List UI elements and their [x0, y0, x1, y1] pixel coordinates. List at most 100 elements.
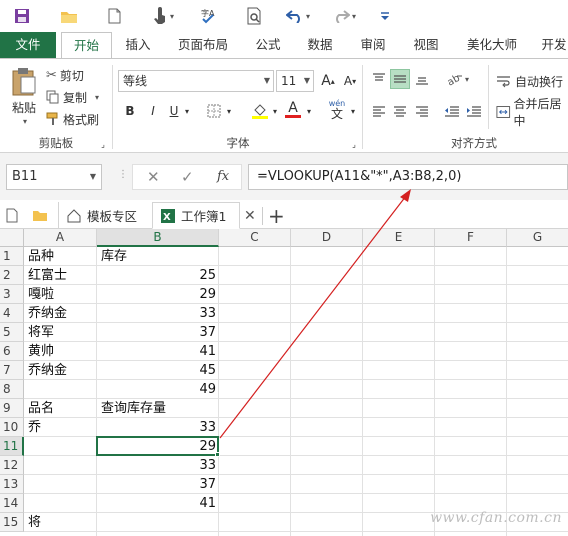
- row-header-3[interactable]: 3: [0, 285, 24, 304]
- cell-a3[interactable]: 嘎啦: [24, 285, 97, 304]
- cell-b10[interactable]: 33: [97, 418, 219, 437]
- tab-file[interactable]: 文件: [0, 32, 56, 58]
- customize-toolbar-icon[interactable]: [380, 6, 390, 26]
- cell-a7[interactable]: 乔纳金: [24, 361, 97, 380]
- open-folder-icon[interactable]: [60, 6, 78, 26]
- phonetic-dropdown[interactable]: ▾: [348, 101, 358, 121]
- underline-button[interactable]: U: [164, 101, 184, 121]
- column-header-a[interactable]: A: [24, 229, 97, 247]
- cell-b7[interactable]: 45: [97, 361, 219, 380]
- row-header-1[interactable]: 1: [0, 247, 24, 266]
- row-header-6[interactable]: 6: [0, 342, 24, 361]
- tab-beautify[interactable]: 美化大师: [454, 32, 530, 58]
- cell-b3[interactable]: 29: [97, 285, 219, 304]
- cell-a10[interactable]: 乔: [24, 418, 97, 437]
- cell-a15[interactable]: 将: [24, 513, 97, 532]
- phonetic-guide-button[interactable]: wén 文: [326, 97, 348, 123]
- align-bottom-button[interactable]: [412, 69, 432, 89]
- font-color-dropdown[interactable]: ▾: [304, 101, 314, 121]
- cell-a1[interactable]: 品种: [24, 247, 97, 266]
- cell-b12[interactable]: 33: [97, 456, 219, 475]
- row-header-9[interactable]: 9: [0, 399, 24, 418]
- redo-icon[interactable]: ▾: [332, 6, 356, 26]
- tab-page-layout[interactable]: 页面布局: [166, 32, 240, 58]
- cell-b1[interactable]: 库存: [97, 247, 219, 266]
- clipboard-launcher-icon[interactable]: ⌟: [98, 139, 108, 149]
- font-size-select[interactable]: 11 ▼: [276, 70, 314, 92]
- tab-workbook[interactable]: X 工作簿1: [152, 202, 240, 229]
- align-right-button[interactable]: [412, 101, 432, 121]
- cell-a4[interactable]: 乔纳金: [24, 304, 97, 323]
- column-header-f[interactable]: F: [435, 229, 507, 247]
- cell-b6[interactable]: 41: [97, 342, 219, 361]
- tab-view[interactable]: 视图: [402, 32, 450, 58]
- bold-button[interactable]: B: [120, 101, 140, 121]
- folder-icon[interactable]: [32, 202, 50, 229]
- font-name-select[interactable]: 等线 ▼: [118, 70, 274, 92]
- cut-button[interactable]: ✂ 剪切: [46, 65, 84, 85]
- merge-center-button[interactable]: 合并后居中: [496, 97, 568, 128]
- row-header-8[interactable]: 8: [0, 380, 24, 399]
- column-header-c[interactable]: C: [219, 229, 291, 247]
- row-header-12[interactable]: 12: [0, 456, 24, 475]
- cell-b5[interactable]: 37: [97, 323, 219, 342]
- align-left-button[interactable]: [369, 101, 389, 121]
- undo-icon[interactable]: ▾: [286, 6, 310, 26]
- row-header-15[interactable]: 15: [0, 513, 24, 532]
- cell-a6[interactable]: 黄帅: [24, 342, 97, 361]
- cell-b11[interactable]: 29: [97, 437, 219, 456]
- spreadsheet-grid[interactable]: A B C D E F G 1 2 3 4 5 6 7 8 9 10 11 12 13 14 15 品种 库存 红富士 25 嘎啦 2…: [0, 229, 568, 536]
- row-header-13[interactable]: 13: [0, 475, 24, 494]
- cell-b8[interactable]: 49: [97, 380, 219, 399]
- tab-template-zone[interactable]: 模板专区: [58, 202, 150, 229]
- italic-button[interactable]: I: [143, 101, 163, 121]
- cell-a2[interactable]: 红富士: [24, 266, 97, 285]
- column-header-e[interactable]: E: [363, 229, 435, 247]
- new-file-icon[interactable]: [108, 6, 121, 26]
- align-top-button[interactable]: [369, 69, 389, 89]
- formula-input[interactable]: =VLOOKUP(A11&"*",A3:B8,2,0): [248, 164, 568, 190]
- align-center-button[interactable]: [390, 101, 410, 121]
- column-header-g[interactable]: G: [507, 229, 568, 247]
- align-middle-button[interactable]: [390, 69, 410, 89]
- tab-home[interactable]: 开始: [61, 32, 112, 58]
- save-icon[interactable]: [14, 6, 30, 26]
- drag-handle-icon[interactable]: ⋮: [118, 169, 128, 180]
- row-header-14[interactable]: 14: [0, 494, 24, 513]
- format-painter-button[interactable]: 格式刷: [46, 109, 99, 129]
- spell-check-icon[interactable]: 字A: [200, 6, 218, 26]
- fill-color-dropdown[interactable]: ▾: [270, 101, 280, 121]
- cell-a9[interactable]: 品名: [24, 399, 97, 418]
- cell-b14[interactable]: 41: [97, 494, 219, 513]
- decrease-indent-button[interactable]: [442, 101, 462, 121]
- cell-b9[interactable]: 查询库存量: [97, 399, 219, 418]
- cell-b4[interactable]: 33: [97, 304, 219, 323]
- row-header-4[interactable]: 4: [0, 304, 24, 323]
- shrink-font-button[interactable]: A ▾: [340, 71, 360, 91]
- orientation-button[interactable]: ab ▾: [445, 69, 471, 89]
- cancel-icon[interactable]: ✕: [147, 168, 160, 186]
- tab-data[interactable]: 数据: [296, 32, 344, 58]
- cell-a5[interactable]: 将军: [24, 323, 97, 342]
- print-preview-icon[interactable]: [246, 6, 262, 26]
- row-header-5[interactable]: 5: [0, 323, 24, 342]
- font-color-button[interactable]: A: [283, 99, 303, 119]
- enter-icon[interactable]: ✓: [181, 168, 194, 186]
- column-header-d[interactable]: D: [291, 229, 363, 247]
- select-all-corner[interactable]: [0, 229, 24, 247]
- name-box[interactable]: B11 ▼: [6, 164, 102, 190]
- underline-dropdown[interactable]: ▾: [182, 101, 192, 121]
- copy-button[interactable]: 复制 ▾: [46, 87, 99, 107]
- increase-indent-button[interactable]: [464, 101, 484, 121]
- fill-color-button[interactable]: [250, 101, 270, 121]
- new-document-icon[interactable]: [6, 202, 24, 229]
- borders-dropdown[interactable]: ▾: [224, 101, 234, 121]
- insert-function-button[interactable]: fx: [217, 169, 229, 184]
- column-header-b[interactable]: B: [97, 229, 219, 247]
- close-tab-icon[interactable]: ✕: [244, 202, 258, 229]
- grow-font-button[interactable]: A ▴: [318, 71, 338, 91]
- row-header-7[interactable]: 7: [0, 361, 24, 380]
- wrap-text-button[interactable]: 自动换行: [496, 71, 563, 91]
- tab-developer[interactable]: 开发: [534, 32, 568, 58]
- tab-review[interactable]: 审阅: [348, 32, 398, 58]
